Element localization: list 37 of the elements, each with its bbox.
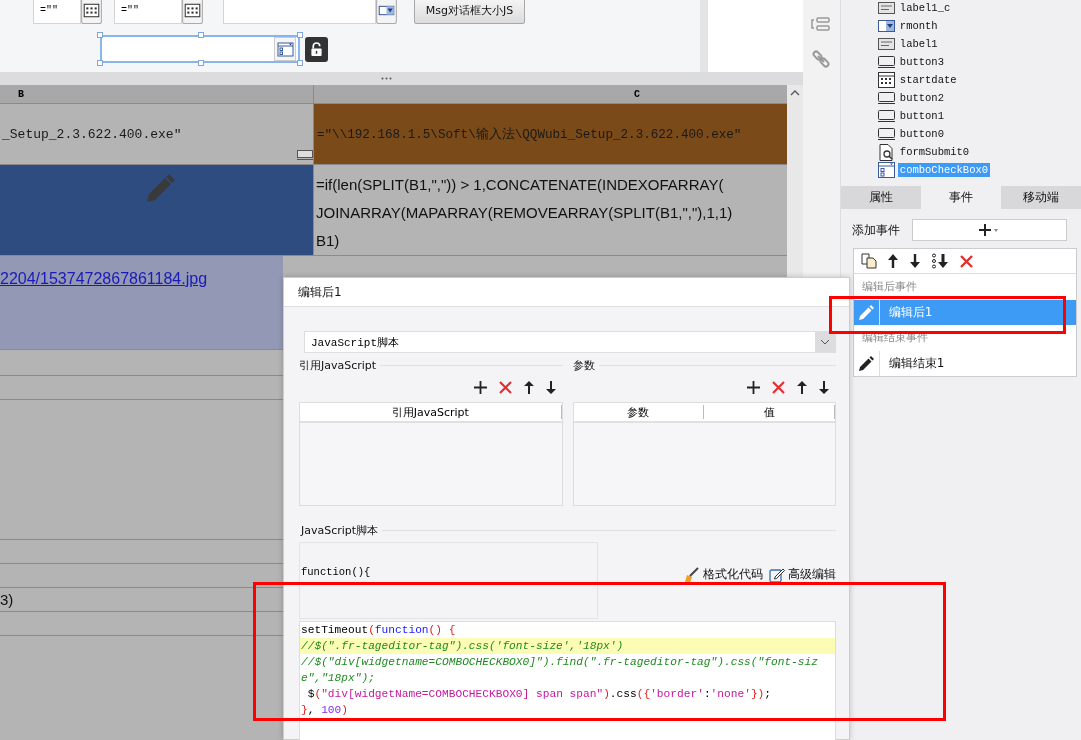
code-line: //$("div[widgetname=COMBOCHECKBOX0]").find(".fr-tageditor-tag").css("font-size","18px"); <box>300 655 819 686</box>
tree-item[interactable]: button0 <box>897 127 946 141</box>
input-field[interactable]: ="" <box>33 0 81 24</box>
event-item[interactable]: 编辑结束1 <box>853 351 1076 376</box>
code-line: }, 100) <box>300 703 350 718</box>
script-type-select[interactable]: JavaScript脚本 <box>304 331 836 353</box>
tree-item[interactable]: label1 <box>897 37 940 51</box>
column-header[interactable]: B <box>0 85 314 103</box>
code-line: setTimeout(function() { <box>300 623 457 638</box>
tree-item[interactable]: button3 <box>897 55 946 69</box>
section-title: JavaScript脚本 <box>301 523 379 538</box>
tree-item[interactable]: button2 <box>897 91 946 105</box>
table-cell[interactable]: 2204/1537472867861184.jpg <box>0 256 283 349</box>
tree-item[interactable]: button1 <box>897 109 946 123</box>
panel-tab[interactable]: 属性 <box>840 186 921 209</box>
section-title: 参数 <box>572 358 595 373</box>
tree-item[interactable]: label1_c <box>897 1 953 15</box>
tree-item[interactable]: startdate <box>897 73 959 87</box>
column-header[interactable]: 参数 <box>573 405 705 419</box>
panel-tab[interactable]: 移动端 <box>1000 186 1081 209</box>
function-signature: function(){ <box>300 566 371 578</box>
section-title: 引用JavaScript <box>299 358 377 373</box>
event-group-header: 编辑后事件 <box>861 280 917 294</box>
msg-size-button[interactable]: Msg对话框大小JS <box>414 0 525 24</box>
code-line: $("div[widgetName=COMBOCHECKBOX0] span span").css({'border':'none'}); <box>306 687 773 702</box>
tree-item[interactable]: formSubmit0 <box>897 145 972 159</box>
column-header[interactable]: 值 <box>704 405 835 419</box>
editor-tool-button[interactable]: 格式化代码 <box>684 566 763 583</box>
editor-tool-button[interactable]: 高级编辑 <box>769 566 836 583</box>
input-field[interactable]: ="" <box>114 0 182 24</box>
column-header[interactable]: C <box>314 85 787 103</box>
panel-tab[interactable]: 事件 <box>920 186 1001 209</box>
tree-item[interactable]: rmonth <box>897 19 940 33</box>
add-event-label: 添加事件 <box>851 221 900 239</box>
cell-text: 3) <box>0 591 14 608</box>
table-cell[interactable]: _Setup_2.3.622.400.exe" <box>0 104 314 164</box>
dialog-title: 编辑后1 <box>298 283 342 301</box>
